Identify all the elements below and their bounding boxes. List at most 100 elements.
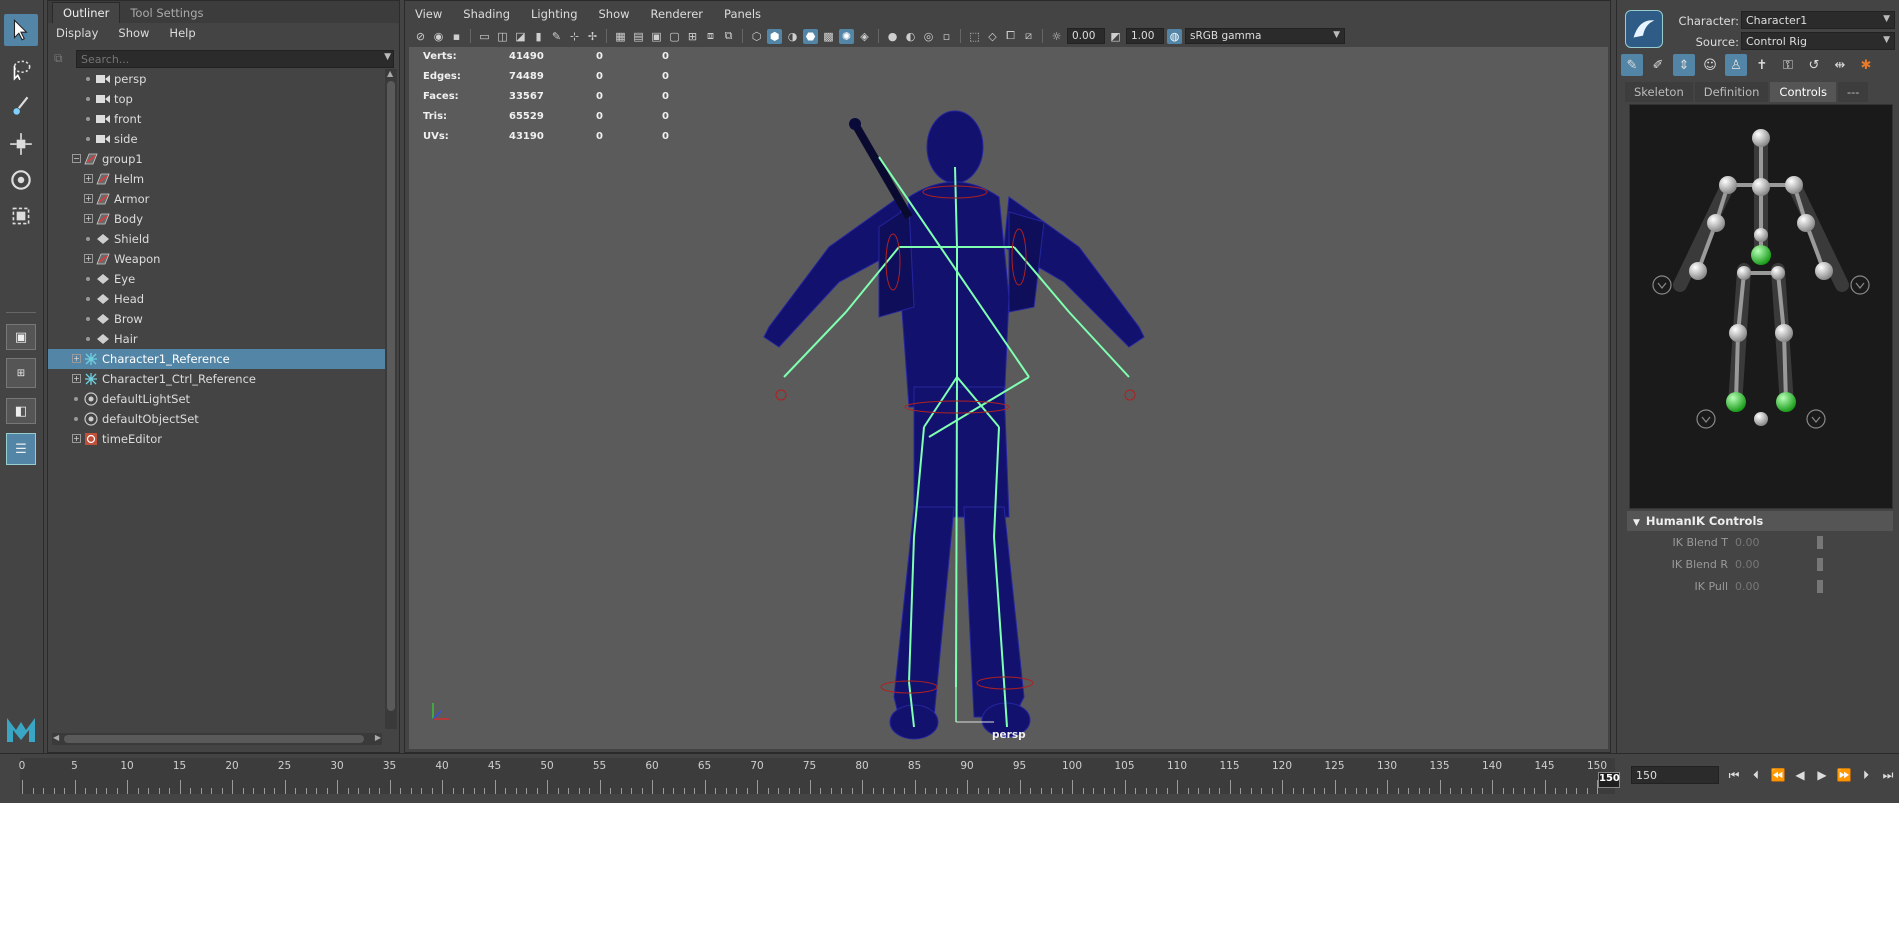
mirror-icon[interactable]: ⇹ [1829,54,1851,76]
scroll-right-icon[interactable]: ▶ [375,733,381,742]
step-forward-key-icon[interactable]: ⏩ [1836,766,1852,784]
xray-joints-icon[interactable]: ⧠ [1003,29,1018,44]
menu-lighting[interactable]: Lighting [531,7,577,21]
expand-icon[interactable]: + [84,174,93,183]
outliner-item[interactable]: + Character1_Reference [48,349,385,369]
tab-tool-settings[interactable]: Tool Settings [120,3,213,23]
outliner-item[interactable]: defaultObjectSet [48,409,385,429]
expand-icon[interactable]: + [84,214,93,223]
humanik-controls-header[interactable]: ▼ HumanIK Controls [1627,511,1893,531]
slider-value[interactable]: 0.00 [1735,580,1760,593]
gamma-icon[interactable]: ◩ [1108,29,1123,44]
outliner-item[interactable]: top [48,89,385,109]
outliner-horizontal-scrollbar[interactable]: ◀ ▶ [52,733,382,745]
grid-icon[interactable]: ▦ [613,29,628,44]
slider-value[interactable]: 0.00 [1735,536,1760,549]
xray-icon[interactable]: ◇ [985,29,1000,44]
timeline-ruler[interactable]: 0 5 10 15 20 25 30 35 40 45 50 55 60 65 70 75 80 85 90 95 10… [19,758,1615,794]
expand-icon[interactable]: + [72,374,81,383]
multisample-aa-icon[interactable]: ◎ [921,29,936,44]
slider-handle[interactable] [1817,558,1823,571]
wireframe-on-shaded-icon[interactable]: ⬣ [803,28,818,44]
outliner-item[interactable]: Head [48,289,385,309]
scale-tool-icon[interactable] [4,200,38,232]
search-filter-icon[interactable]: ⧉ [54,51,68,65]
outliner-item[interactable]: + Body [48,209,385,229]
collapse-icon[interactable]: − [72,154,81,163]
step-back-key-icon[interactable]: ⏪ [1770,766,1786,784]
pin-icon[interactable]: ✐ [1647,54,1669,76]
expand-icon[interactable]: + [72,354,81,363]
outliner-item[interactable]: defaultLightSet [48,389,385,409]
go-to-end-icon[interactable]: ⏭ [1880,766,1896,784]
default-material-icon[interactable]: ◑ [785,29,800,44]
character-dropdown[interactable]: Character1 ▼ [1741,11,1895,29]
outliner-item[interactable]: + Weapon [48,249,385,269]
3d-viewport-canvas[interactable]: Verts: 41490 0 0 Edges: 74489 0 0 Faces: 33567 0 0 T… [409,47,1608,749]
exposure-icon[interactable]: ☼ [1049,29,1064,44]
slider-value[interactable]: 0.00 [1735,558,1760,571]
menu-show[interactable]: Show [599,7,630,21]
depth-of-field-icon[interactable]: ▫ [939,29,954,44]
outliner-item[interactable]: + timeEditor [48,429,385,449]
scroll-up-icon[interactable]: ▲ [387,69,393,78]
safe-title-icon[interactable]: ⧉ [721,29,736,44]
tab-controls[interactable]: Controls [1770,82,1836,102]
screen-space-ao-icon[interactable]: ● [885,29,900,44]
menu-display[interactable]: Display [56,26,98,40]
source-dropdown[interactable]: Control Rig ▼ [1741,32,1895,50]
wireframe-icon[interactable]: ⬡ [749,29,764,44]
expand-icon[interactable]: + [72,434,81,443]
safe-action-icon[interactable]: ⧈ [703,29,718,44]
gate-mask-icon[interactable]: ▢ [667,29,682,44]
stance-pose-icon[interactable]: ✝ [1751,54,1773,76]
slider-handle[interactable] [1817,580,1823,593]
key-icon[interactable]: ⚿ [1777,54,1799,76]
motion-blur-icon[interactable]: ◐ [903,29,918,44]
outliner-item[interactable]: + Character1_Ctrl_Reference [48,369,385,389]
lock-camera-icon[interactable]: ◉ [431,29,446,44]
chevron-down-icon[interactable]: ▼ [384,52,391,62]
humanik-character-figure[interactable] [1629,104,1893,509]
play-backwards-icon[interactable]: ◀ [1792,766,1808,784]
outliner-vertical-scrollbar[interactable]: ▲ [385,69,397,729]
field-chart-icon[interactable]: ✢ [585,29,600,44]
selection-mode-icon[interactable]: ♙ [1725,54,1747,76]
field-chart-2-icon[interactable]: ⊞ [685,29,700,44]
full-body-icon[interactable]: ⇕ [1673,54,1695,76]
color-space-dropdown[interactable]: sRGB gamma ▼ [1185,28,1345,44]
lasso-tool-icon[interactable] [4,54,38,86]
end-frame-field[interactable]: 150 [1631,766,1719,784]
go-to-start-icon[interactable]: ⏮ [1726,766,1742,784]
step-forward-frame-icon[interactable]: ⏵ [1858,766,1874,784]
scrollbar-thumb[interactable] [64,735,364,743]
shadows-icon[interactable]: ◈ [857,29,872,44]
color-management-icon[interactable]: ◍ [1167,28,1182,44]
smooth-shade-icon[interactable]: ⬢ [767,28,782,44]
single-view-layout-icon[interactable]: ▣ [6,324,36,350]
expand-icon[interactable]: + [84,254,93,263]
outliner-item[interactable]: Hair [48,329,385,349]
two-view-layout-icon[interactable]: ◧ [6,398,36,424]
outliner-item[interactable]: + Helm [48,169,385,189]
xray-active-icon[interactable]: ⧄ [1021,29,1036,44]
isolate-select-icon[interactable]: ⬚ [967,29,982,44]
tab-more[interactable]: --- [1837,82,1869,102]
reset-icon[interactable]: ↺ [1803,54,1825,76]
scrollbar-thumb[interactable] [387,81,395,711]
edit-controls-icon[interactable]: ✎ [1621,54,1643,76]
outliner-item[interactable]: Brow [48,309,385,329]
current-frame-marker[interactable]: 150 [1598,772,1620,788]
slider-handle[interactable] [1817,536,1823,549]
tab-outliner[interactable]: Outliner [52,2,121,23]
grid-toggle-icon[interactable]: ⊹ [567,29,582,44]
resolution-gate-icon[interactable]: ▣ [649,29,664,44]
select-tool-icon[interactable] [4,14,38,46]
figure-orange-icon[interactable]: ✱ [1855,54,1877,76]
bookmark-icon[interactable]: ▪ [449,29,464,44]
exposure-field[interactable]: 0.00 [1067,28,1105,44]
outliner-item[interactable]: side [48,129,385,149]
tab-definition[interactable]: Definition [1694,82,1769,102]
outliner-item[interactable]: + Armor [48,189,385,209]
four-view-layout-icon[interactable]: ⊞ [6,358,36,388]
